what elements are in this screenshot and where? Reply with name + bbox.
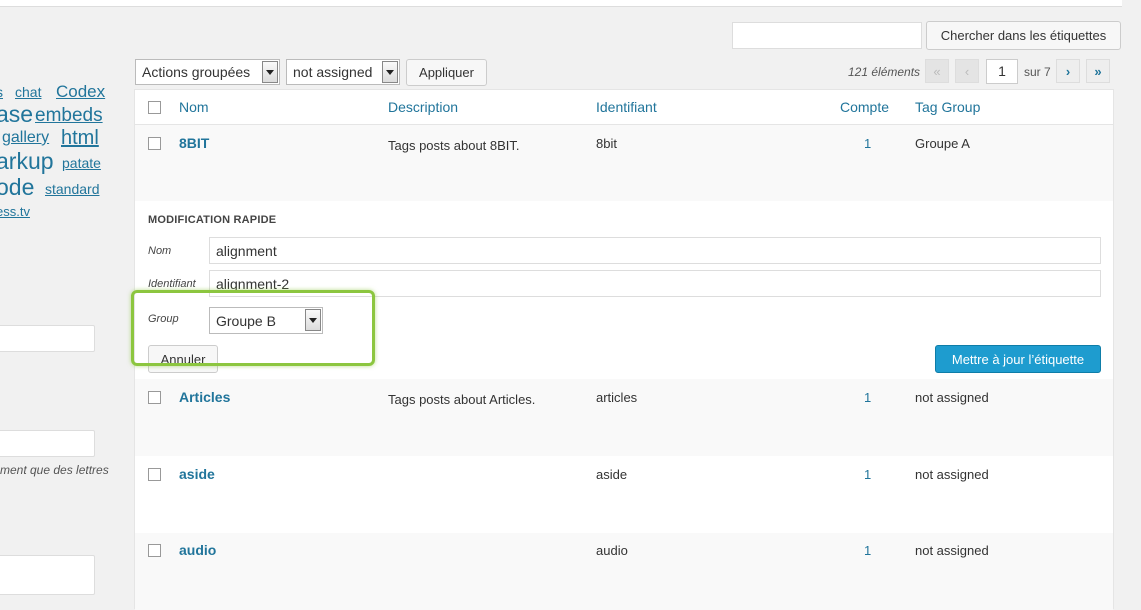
pagination: 121 éléments « ‹ 1 sur 7 › »	[848, 59, 1113, 85]
table-row: audio audio 1 not assigned	[135, 533, 1113, 610]
column-header-tag-group[interactable]: Tag Group	[915, 99, 980, 115]
tag-cloud-link[interactable]: ode	[0, 174, 34, 201]
next-page-button[interactable]: ›	[1056, 59, 1080, 83]
tag-slug: articles	[596, 390, 638, 405]
total-pages: sur 7	[1024, 65, 1051, 79]
tag-group: not assigned	[915, 543, 989, 558]
group-filter-select[interactable]: not assigned	[286, 59, 400, 85]
bulk-actions-value: Actions groupées	[142, 64, 251, 80]
table-row: 8BIT Tags posts about 8BIT. 8bit 1 Group…	[135, 125, 1113, 201]
tag-cloud-link[interactable]: standard	[45, 181, 99, 197]
row-checkbox[interactable]	[148, 468, 161, 481]
group-filter-value: not assigned	[293, 64, 373, 80]
tag-description: Tags posts about 8BIT.	[388, 138, 520, 153]
tag-count-link[interactable]: 1	[864, 543, 871, 558]
tag-group: Groupe A	[915, 136, 970, 151]
table-row: Articles Tags posts about Articles. arti…	[135, 379, 1113, 456]
prev-page-button[interactable]: ‹	[955, 59, 979, 83]
tag-name-link[interactable]: 8BIT	[179, 135, 209, 151]
row-checkbox[interactable]	[148, 137, 161, 150]
top-panel-edge	[0, 0, 1122, 7]
tag-cloud-link[interactable]: chat	[15, 84, 41, 100]
chevron-down-icon	[382, 61, 398, 83]
quick-edit-slug-label: Identifiant	[148, 278, 196, 290]
tag-cloud-link[interactable]: arkup	[0, 148, 54, 175]
tag-count-link[interactable]: 1	[864, 390, 871, 405]
new-tag-description-input[interactable]	[0, 555, 95, 595]
table-row: aside aside 1 not assigned	[135, 456, 1113, 533]
quick-edit-name-label: Nom	[148, 245, 172, 257]
tag-cloud-link[interactable]: ase	[0, 101, 33, 128]
tag-slug: aside	[596, 467, 628, 482]
tag-slug: 8bit	[596, 136, 617, 151]
tag-count-link[interactable]: 1	[864, 136, 871, 151]
tag-cloud-link[interactable]: patate	[62, 155, 101, 171]
row-checkbox[interactable]	[148, 544, 161, 557]
tag-description: Tags posts about Articles.	[388, 392, 536, 407]
new-tag-name-input[interactable]	[0, 325, 95, 352]
current-page-input[interactable]: 1	[986, 59, 1018, 84]
column-header-name[interactable]: Nom	[179, 99, 209, 115]
update-tag-button[interactable]: Mettre à jour l’étiquette	[935, 345, 1101, 373]
tag-count-link[interactable]: 1	[864, 467, 871, 482]
row-checkbox[interactable]	[148, 391, 161, 404]
apply-button[interactable]: Appliquer	[406, 59, 487, 86]
first-page-button[interactable]: «	[925, 59, 949, 83]
chevron-down-icon	[262, 61, 278, 83]
highlight-box	[131, 290, 375, 366]
quick-edit-title: MODIFICATION RAPIDE	[148, 214, 277, 226]
tag-cloud-link[interactable]: Codex	[56, 82, 105, 102]
tag-name-link[interactable]: Articles	[179, 389, 230, 405]
column-header-count[interactable]: Compte	[840, 99, 889, 115]
tag-name-link[interactable]: aside	[179, 466, 215, 482]
table-header: Nom Description Identifiant Compte Tag G…	[135, 90, 1113, 125]
tag-group: not assigned	[915, 467, 989, 482]
bulk-actions-select[interactable]: Actions groupées	[135, 59, 280, 85]
tag-name-link[interactable]: audio	[179, 542, 216, 558]
tag-cloud-link[interactable]: gallery	[2, 129, 49, 147]
tag-group: not assigned	[915, 390, 989, 405]
tag-cloud-link[interactable]: embeds	[35, 105, 103, 127]
column-header-slug[interactable]: Identifiant	[596, 99, 657, 115]
tag-slug: audio	[596, 543, 628, 558]
slug-hint: ment que des lettres	[0, 463, 109, 477]
select-all-checkbox[interactable]	[148, 101, 161, 114]
new-tag-slug-input[interactable]	[0, 430, 95, 457]
tag-cloud-link[interactable]: ess.tv	[0, 204, 30, 219]
search-input[interactable]	[732, 22, 922, 49]
search-button[interactable]: Chercher dans les étiquettes	[926, 21, 1121, 50]
tag-cloud-link[interactable]: s	[0, 84, 3, 100]
tag-cloud-link[interactable]: html	[61, 127, 99, 150]
quick-edit-name-input[interactable]: alignment	[209, 237, 1101, 264]
item-count: 121 éléments	[848, 65, 921, 79]
column-header-description[interactable]: Description	[388, 99, 458, 115]
last-page-button[interactable]: »	[1086, 59, 1110, 83]
